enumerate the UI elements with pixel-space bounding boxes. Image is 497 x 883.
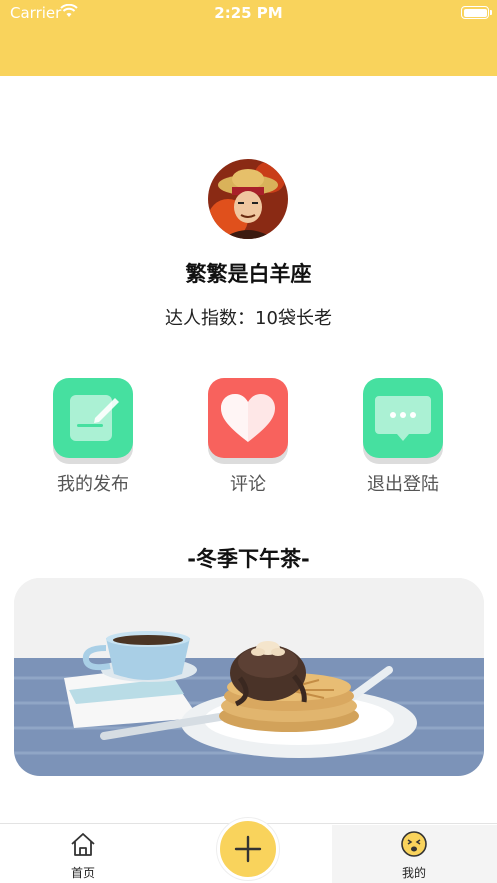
comments-label: 评论 bbox=[230, 474, 266, 495]
my-posts-button[interactable]: 我的发布 bbox=[33, 378, 153, 498]
avatar[interactable] bbox=[208, 159, 288, 239]
section-title: -冬季下午茶- bbox=[187, 547, 310, 571]
note-edit-icon bbox=[53, 378, 133, 458]
add-post-button[interactable] bbox=[217, 818, 279, 880]
status-bar: Carrier 2:25 PM bbox=[0, 0, 497, 26]
user-name: 繁繁是白羊座 bbox=[185, 262, 312, 286]
tab-mine[interactable]: 我的 bbox=[364, 824, 464, 883]
logout-button[interactable]: 退出登陆 bbox=[343, 378, 463, 498]
chat-bubble-icon bbox=[363, 378, 443, 458]
afternoon-tea-image[interactable] bbox=[14, 578, 484, 776]
heart-icon bbox=[208, 378, 288, 458]
smiley-face-icon bbox=[400, 830, 428, 858]
clock: 2:25 PM bbox=[214, 4, 283, 22]
home-icon bbox=[69, 830, 97, 858]
tab-home-label: 首页 bbox=[70, 866, 95, 880]
battery-icon bbox=[461, 6, 492, 19]
plus-icon bbox=[234, 835, 262, 863]
tab-mine-label: 我的 bbox=[401, 866, 426, 880]
expert-score: 达人指数：10袋长老 bbox=[165, 308, 332, 329]
comments-button[interactable]: 评论 bbox=[188, 378, 308, 498]
tab-home[interactable]: 首页 bbox=[33, 824, 133, 883]
logout-label: 退出登陆 bbox=[367, 474, 439, 495]
my-posts-label: 我的发布 bbox=[57, 474, 129, 495]
